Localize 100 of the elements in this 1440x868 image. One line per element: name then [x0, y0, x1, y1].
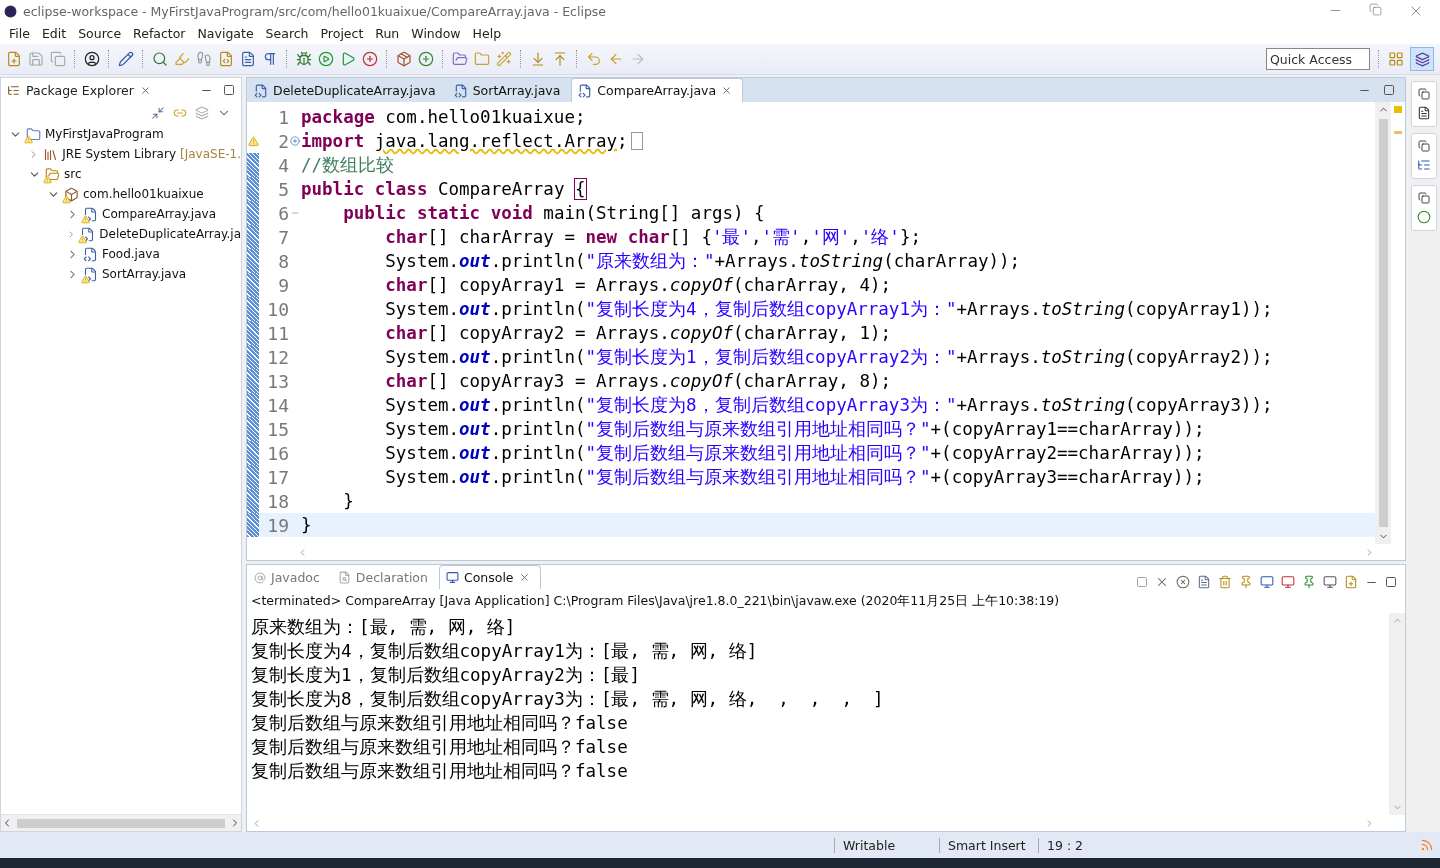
editor-tab[interactable]: CompareArray.java — [571, 78, 744, 102]
scrollbar-thumb[interactable] — [17, 818, 225, 828]
close-icon[interactable] — [721, 85, 733, 96]
add-icon[interactable] — [362, 51, 378, 67]
save-icon[interactable] — [28, 51, 44, 67]
clear-console-icon[interactable] — [1197, 575, 1211, 589]
terminate-icon[interactable] — [1136, 576, 1148, 588]
open-perspective-icon[interactable] — [1388, 51, 1404, 67]
menu-item[interactable]: Project — [314, 25, 370, 41]
tree-item[interactable]: SortArray.java — [102, 267, 187, 281]
maximize-icon[interactable] — [1383, 84, 1395, 96]
occurrence-marker[interactable] — [1394, 131, 1402, 134]
close-icon[interactable] — [518, 572, 530, 583]
collapse-all-icon[interactable] — [151, 106, 165, 120]
tree-item[interactable]: src — [64, 167, 82, 181]
new-file-icon[interactable] — [6, 51, 22, 67]
menu-item[interactable]: Refactor — [127, 25, 192, 41]
display-console-icon[interactable] — [1323, 575, 1337, 589]
code-line: char[] copyArray3 = Arrays.copyOf(charArray, 8); — [384, 371, 892, 391]
expand-fold-icon[interactable] — [290, 136, 300, 146]
outline-icon[interactable] — [1417, 158, 1431, 172]
source-folder-icon — [45, 166, 60, 182]
rss-icon[interactable] — [1420, 838, 1434, 852]
folded-code-marker[interactable] — [630, 132, 643, 150]
run-icon[interactable] — [318, 51, 334, 67]
forward-icon[interactable] — [630, 51, 646, 67]
show-output-icon[interactable] — [1260, 575, 1274, 589]
restore-icon[interactable] — [1418, 88, 1430, 100]
open-console-icon[interactable] — [1344, 575, 1358, 589]
tree-item[interactable]: CompareArray.java — [102, 207, 216, 221]
play-icon[interactable] — [340, 51, 356, 67]
code-line: char[] copyArray1 = Arrays.copyOf(charArray, 4); — [384, 275, 892, 295]
tree-item[interactable]: JRE System Library — [62, 147, 176, 161]
restore-icon[interactable] — [1369, 3, 1382, 16]
menu-item[interactable]: File — [3, 25, 36, 41]
view-tab[interactable]: Declaration — [330, 565, 439, 589]
java-file-icon — [83, 246, 98, 262]
line-number: 5 — [277, 178, 289, 200]
view-tab[interactable]: Console — [438, 565, 541, 589]
show-error-icon[interactable] — [1281, 575, 1295, 589]
tree-item[interactable]: MyFirstJavaProgram — [45, 127, 164, 141]
open-folder-icon[interactable] — [452, 51, 468, 67]
maximize-icon[interactable] — [1385, 576, 1397, 588]
link-icon[interactable] — [173, 106, 187, 120]
change-marker — [247, 225, 259, 249]
restore-icon[interactable] — [1418, 140, 1430, 152]
pencil-icon[interactable] — [118, 51, 134, 67]
java-file-icon — [83, 266, 98, 282]
warning-marker[interactable] — [1394, 106, 1402, 113]
remove-launch-icon[interactable] — [1155, 575, 1169, 589]
next-annotation-icon[interactable] — [530, 51, 546, 67]
java-perspective-button[interactable] — [1410, 47, 1434, 71]
wand-icon[interactable] — [496, 51, 512, 67]
close-icon[interactable] — [139, 84, 151, 96]
quick-access-field[interactable]: Quick Access — [1266, 48, 1370, 70]
previous-annotation-icon[interactable] — [552, 51, 568, 67]
pin-icon[interactable] — [1239, 575, 1253, 589]
package-icon[interactable] — [396, 51, 412, 67]
restore-icon[interactable] — [1418, 192, 1430, 204]
menu-item[interactable]: Navigate — [191, 25, 260, 41]
scrollbar-thumb[interactable] — [1378, 119, 1388, 527]
maximize-icon[interactable] — [223, 84, 235, 96]
code-line: System.out.println("复制长度为4，复制后数组copyArray1为："+Arrays.toString(copyArray1)); — [384, 298, 1273, 321]
highlighter-icon[interactable] — [174, 51, 190, 67]
focus-icon[interactable] — [195, 106, 209, 120]
code-line: public class CompareArray { — [301, 179, 586, 199]
menu-item[interactable]: Help — [466, 25, 508, 41]
pilcrow-icon[interactable] — [262, 51, 278, 67]
menu-item[interactable]: Edit — [35, 25, 73, 41]
trash-icon[interactable] — [1218, 575, 1232, 589]
pin-console-icon[interactable] — [1302, 575, 1316, 589]
menu-item[interactable]: Window — [405, 25, 467, 41]
save-all-icon[interactable] — [50, 51, 66, 67]
bug-icon[interactable] — [296, 51, 312, 67]
tree-item[interactable]: com.hello01kuaixue — [83, 187, 204, 201]
remove-all-icon[interactable] — [1176, 575, 1190, 589]
code-line: } — [342, 491, 354, 511]
tree-item[interactable]: Food.java — [102, 247, 160, 261]
java-file-icon — [578, 83, 593, 98]
folder-icon[interactable] — [474, 51, 490, 67]
circle-icon[interactable] — [1417, 210, 1431, 224]
footprints-icon[interactable] — [196, 51, 212, 67]
back-icon[interactable] — [608, 51, 624, 67]
tree-item[interactable]: DeleteDuplicateArray.ja — [99, 227, 241, 241]
menu-item[interactable]: Search — [259, 25, 315, 41]
line-number: 10 — [266, 298, 289, 320]
document-icon[interactable] — [1417, 106, 1431, 120]
java-file-icon — [83, 206, 98, 222]
menu-item[interactable]: Run — [369, 25, 406, 41]
new-class-icon[interactable] — [418, 51, 434, 67]
file-code-icon[interactable] — [218, 51, 234, 67]
search-icon[interactable] — [152, 51, 168, 67]
menu-item[interactable]: Source — [72, 25, 128, 41]
view-title[interactable]: Package Explorer — [26, 82, 134, 98]
last-edit-icon[interactable] — [586, 51, 602, 67]
editor-tab[interactable]: SortArray.java — [446, 78, 572, 102]
editor-tab[interactable]: DeleteDuplicateArray.java — [247, 78, 447, 102]
view-tab[interactable]: Javadoc — [247, 565, 331, 589]
user-icon[interactable] — [84, 51, 100, 67]
document-icon[interactable] — [240, 51, 256, 67]
